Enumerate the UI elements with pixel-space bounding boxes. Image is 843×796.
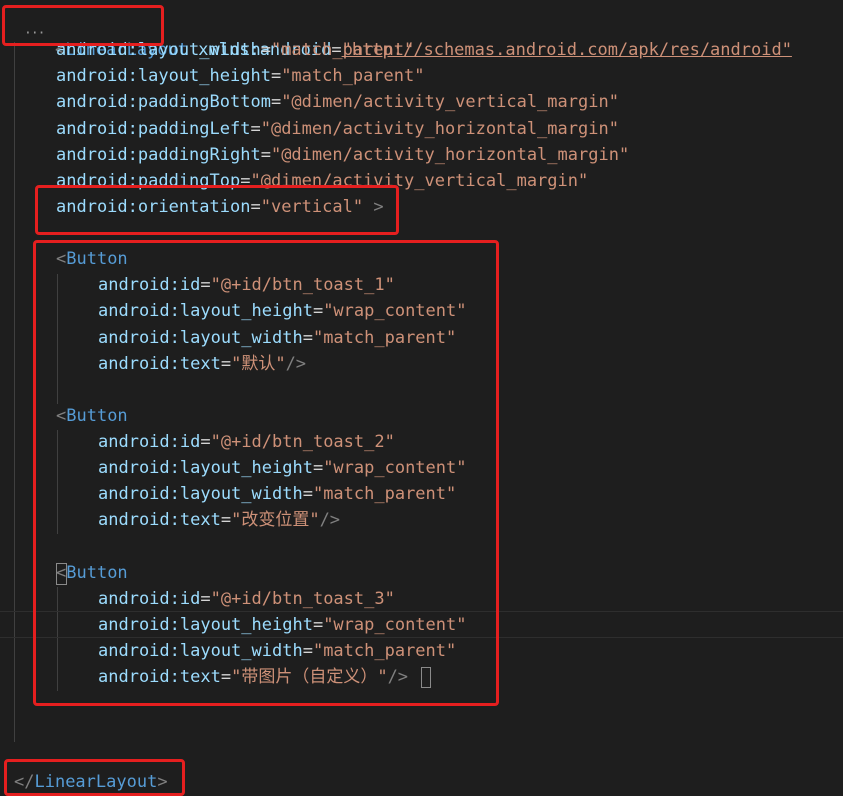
attr-value: "@dimen/activity_horizontal_margin"	[270, 145, 630, 165]
code-line-5[interactable]: android:paddingLeft="@dimen/activity_hor…	[56, 116, 619, 142]
highlight-buttons	[33, 240, 499, 706]
attr-value: "@dimen/activity_horizontal_margin"	[260, 119, 619, 139]
equals: =	[260, 145, 271, 165]
attr-value: "@dimen/activity_vertical_margin"	[281, 92, 619, 112]
code-line-4[interactable]: android:paddingBottom="@dimen/activity_v…	[56, 89, 619, 115]
highlight-root-open-tag	[2, 5, 164, 46]
code-line-6[interactable]: android:paddingRight="@dimen/activity_ho…	[56, 142, 629, 168]
attr-value: "match_parent"	[270, 40, 415, 60]
highlight-root-close-tag	[4, 759, 185, 796]
attr-name: android:paddingLeft	[56, 119, 251, 139]
code-editor[interactable]: <LinearLayout xmlns:android="http://sche…	[0, 0, 843, 796]
code-line-3[interactable]: android:layout_height="match_parent"	[56, 63, 424, 89]
attr-value: "match_parent"	[281, 66, 425, 86]
highlight-orientation	[35, 185, 399, 235]
equals: =	[250, 119, 261, 139]
attr-name: android:paddingBottom	[56, 92, 271, 112]
equals: =	[270, 66, 282, 86]
equals: =	[260, 40, 271, 60]
attr-name: android:layout_height	[56, 66, 271, 86]
attr-name: android:paddingRight	[56, 145, 261, 165]
equals: =	[270, 92, 282, 112]
